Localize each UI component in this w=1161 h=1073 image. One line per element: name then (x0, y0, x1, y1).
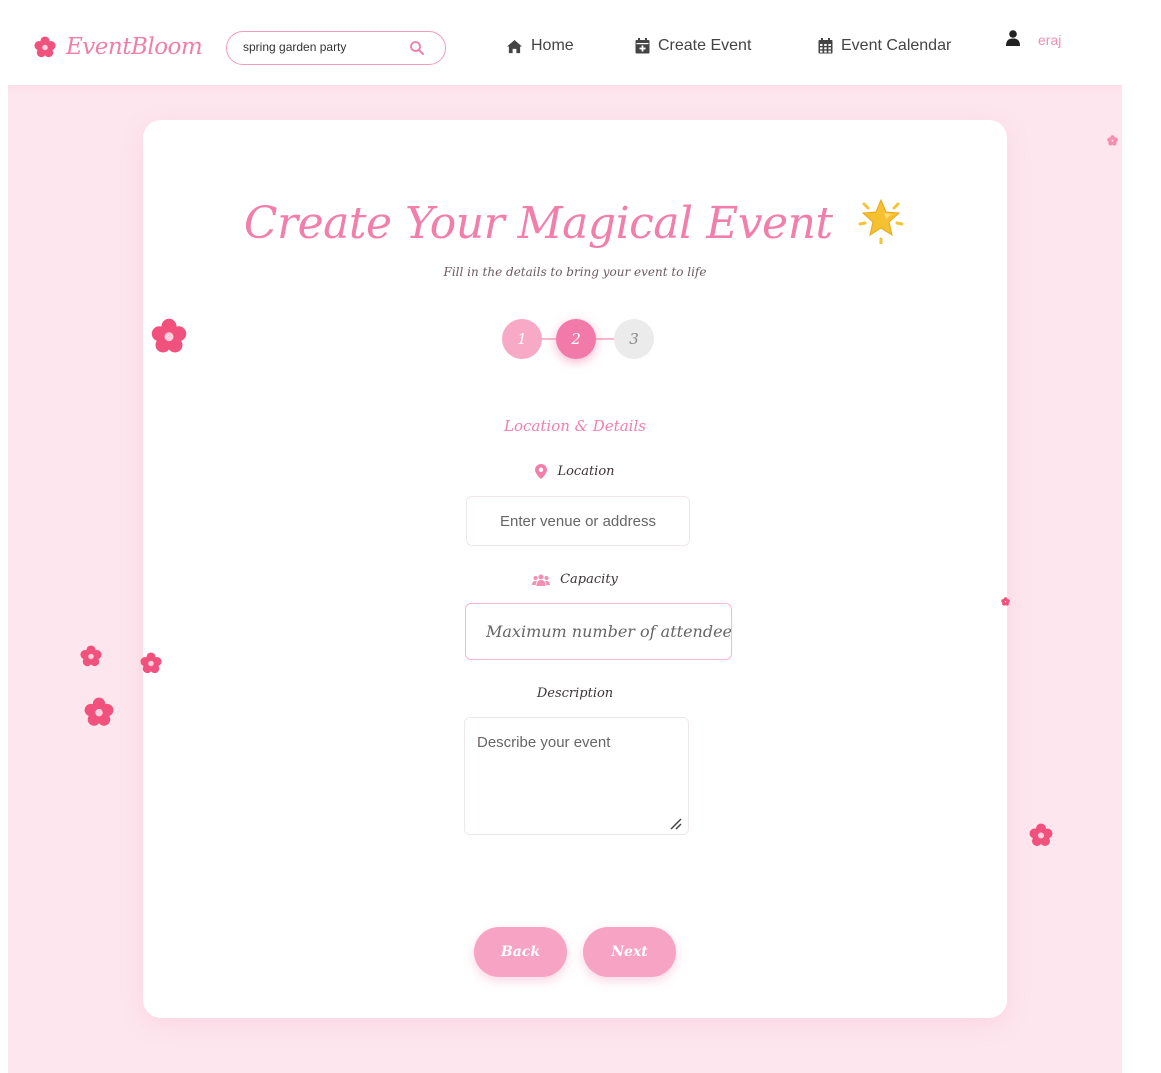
search-icon[interactable] (409, 40, 425, 56)
flower-decoration-icon (80, 645, 102, 667)
location-input[interactable] (466, 496, 690, 546)
description-label: Description (143, 686, 1007, 701)
flower-logo-icon (34, 36, 56, 58)
brand-logo[interactable]: EventBloom (34, 34, 203, 60)
home-icon (507, 39, 522, 53)
users-icon (532, 574, 551, 586)
step-3-pending: 3 (614, 319, 654, 359)
calendar-icon (818, 38, 833, 54)
capacity-label: Capacity (143, 572, 1007, 587)
flower-decoration-icon (1029, 823, 1053, 846)
top-navbar: EventBloom Home Create Ev (8, 8, 1122, 85)
description-textarea[interactable] (464, 717, 689, 835)
section-title: Location & Details (504, 417, 646, 435)
flower-decoration-icon (1001, 597, 1010, 606)
nav-create-event-label: Create Event (658, 37, 752, 54)
next-button[interactable]: Next (583, 927, 676, 977)
calendar-plus-icon (635, 38, 650, 54)
page-background: EventBloom Home Create Ev (8, 8, 1122, 1073)
resize-handle-icon[interactable] (669, 817, 683, 831)
create-event-card: Create Your Magical Event Fill in the de… (143, 120, 1007, 1018)
brand-name: EventBloom (66, 34, 203, 60)
page-title: Create Your Magical Event (143, 188, 1007, 249)
capacity-label-text: Capacity (560, 572, 618, 587)
search-bar (226, 31, 446, 65)
user-menu[interactable]: eraj (1006, 30, 1061, 48)
star-icon (858, 198, 904, 245)
description-label-text: Description (536, 686, 614, 701)
nav-home-link[interactable]: Home (506, 37, 574, 55)
nav-event-calendar-label: Event Calendar (841, 37, 952, 54)
flower-decoration-icon (140, 652, 162, 674)
page-subtitle: Fill in the details to bring your event … (443, 265, 707, 279)
location-label-text: Location (557, 464, 615, 479)
step-1-completed: 1 (502, 319, 542, 359)
step-connector (594, 338, 616, 340)
map-pin-icon (535, 464, 548, 479)
search-input[interactable] (243, 40, 393, 54)
back-button[interactable]: Back (474, 927, 567, 977)
nav-create-event-link[interactable]: Create Event (635, 37, 751, 55)
page-title-text: Create Your Magical Event (243, 198, 833, 249)
nav-event-calendar-link[interactable]: Event Calendar (818, 37, 951, 55)
flower-decoration-icon (151, 318, 187, 353)
flower-decoration-icon (1107, 135, 1118, 146)
nav-home-label: Home (531, 37, 574, 54)
user-name: eraj (1038, 32, 1062, 48)
flower-decoration-icon (84, 697, 114, 726)
step-2-active: 2 (556, 319, 596, 359)
step-indicator: 1 2 3 (502, 317, 658, 361)
user-icon (1006, 30, 1020, 46)
capacity-input[interactable] (465, 603, 732, 660)
location-label: Location (143, 464, 1007, 479)
